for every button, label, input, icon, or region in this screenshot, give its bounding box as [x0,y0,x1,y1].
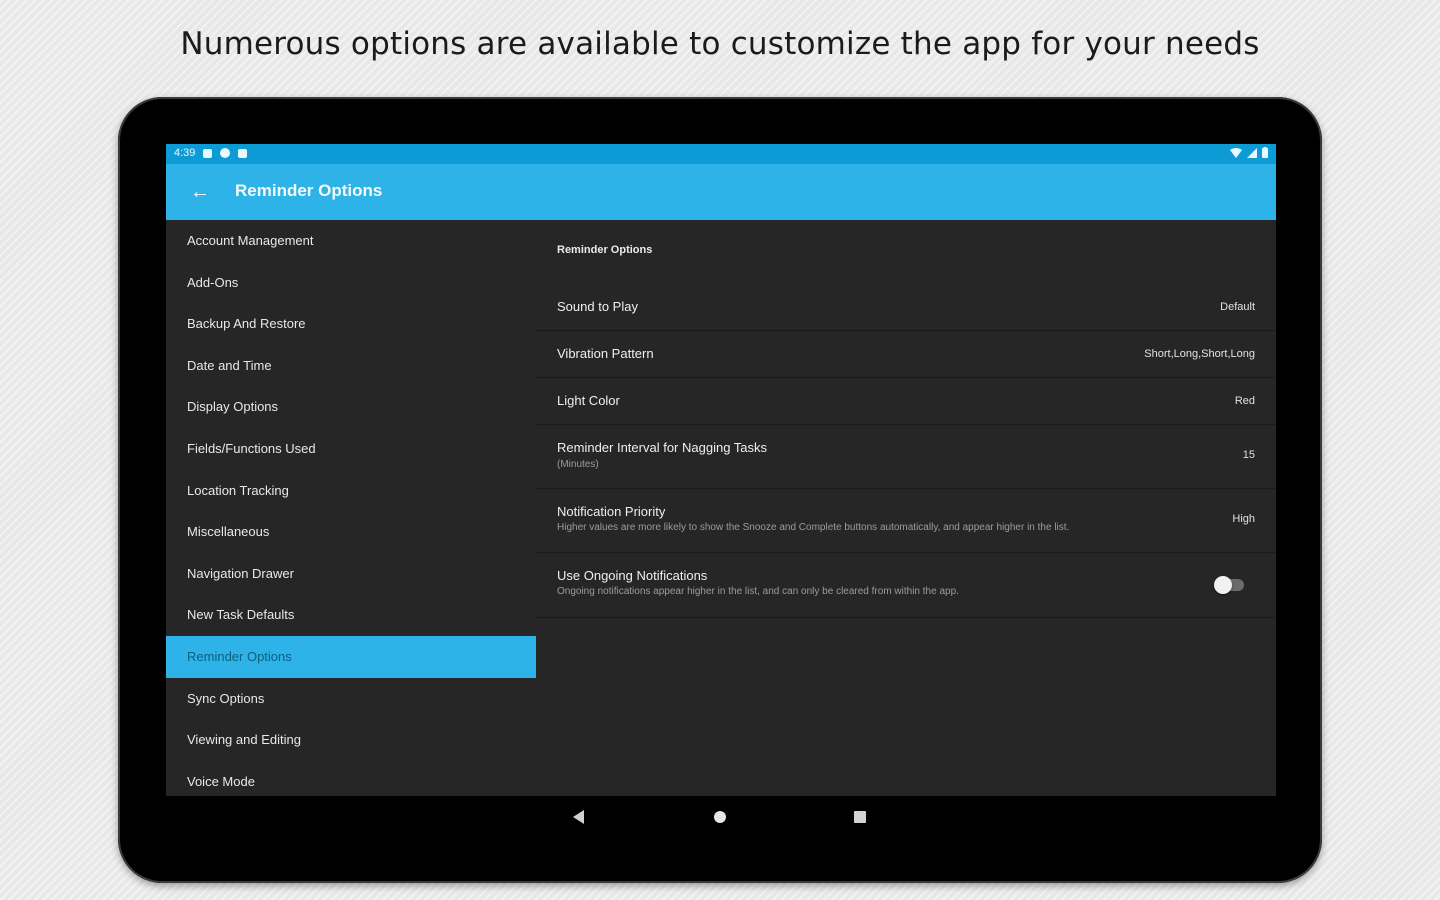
pref-title: Reminder Interval for Nagging Tasks [557,440,768,455]
pref-value: 15 [1242,449,1255,461]
arrow-left-icon[interactable]: ← [188,180,212,204]
clipboard-icon [238,148,248,158]
pref-title: Notification Priority [557,504,666,519]
signal-icon [1247,147,1257,158]
pref-title: Sound to Play [557,299,638,314]
pref-subtitle: Higher values are more likely to show th… [557,522,1070,533]
sidebar-item-miscellaneous[interactable]: Miscellaneous [166,511,536,553]
pref-light-color[interactable]: Light Color Red [536,378,1276,425]
app-bar: ← Reminder Options [166,164,1276,220]
sidebar-item-add-ons[interactable]: Add-Ons [166,262,536,304]
pref-title: Vibration Pattern [557,346,654,361]
pref-sound-to-play[interactable]: Sound to Play Default [536,284,1276,331]
sidebar-item-voice-mode[interactable]: Voice Mode [166,761,536,796]
section-title: Reminder Options [557,244,653,256]
sidebar-item-backup-restore[interactable]: Backup And Restore [166,303,536,345]
back-triangle-icon[interactable] [570,808,588,826]
pref-value: Red [1234,395,1255,407]
pref-value: Short,Long,Short,Long [1144,348,1255,360]
sidebar-item-fields-functions[interactable]: Fields/Functions Used [166,428,536,470]
notification-icon [203,148,213,158]
page-title: Reminder Options [235,181,383,200]
sidebar-item-new-task-defaults[interactable]: New Task Defaults [166,594,536,636]
sidebar-item-account-management[interactable]: Account Management [166,220,536,262]
pref-notification-priority[interactable]: Notification Priority Higher values are … [536,489,1276,553]
sidebar-item-navigation-drawer[interactable]: Navigation Drawer [166,553,536,595]
sidebar-item-viewing-editing[interactable]: Viewing and Editing [166,719,536,761]
sidebar-item-date-time[interactable]: Date and Time [166,345,536,387]
sidebar-item-sync-options[interactable]: Sync Options [166,678,536,720]
home-circle-icon[interactable] [711,808,729,826]
ongoing-notifications-toggle[interactable] [1214,576,1244,594]
status-bar: 4:39 [166,144,1276,164]
recents-square-icon[interactable] [851,808,869,826]
pref-vibration-pattern[interactable]: Vibration Pattern Short,Long,Short,Long [536,331,1276,378]
pref-subtitle: Ongoing notifications appear higher in t… [557,586,959,597]
sync-icon [220,148,231,158]
system-nav-bar [166,796,1276,838]
pref-value: Default [1220,301,1255,313]
settings-content: Reminder Options Sound to Play Default V… [536,220,1276,796]
status-time: 4:39 [174,147,196,159]
settings-sidebar: Account Management Add-Ons Backup And Re… [166,220,536,796]
sidebar-item-reminder-options[interactable]: Reminder Options [166,635,536,678]
pref-title: Light Color [557,393,620,408]
pref-value: High [1232,513,1255,525]
sidebar-item-location-tracking[interactable]: Location Tracking [166,470,536,512]
app-screen: 4:39 ← Reminder Options Account Manageme… [166,144,1276,796]
sidebar-item-display-options[interactable]: Display Options [166,386,536,428]
wifi-icon [1230,147,1242,158]
pref-title: Use Ongoing Notifications [557,568,708,583]
battery-icon [1262,147,1268,158]
pref-subtitle: (Minutes) [557,459,599,470]
toggle-knob [1214,576,1232,594]
pref-nagging-interval[interactable]: Reminder Interval for Nagging Tasks (Min… [536,425,1276,489]
pref-ongoing-notifications[interactable]: Use Ongoing Notifications Ongoing notifi… [536,553,1276,618]
promo-caption: Numerous options are available to custom… [180,26,1260,62]
